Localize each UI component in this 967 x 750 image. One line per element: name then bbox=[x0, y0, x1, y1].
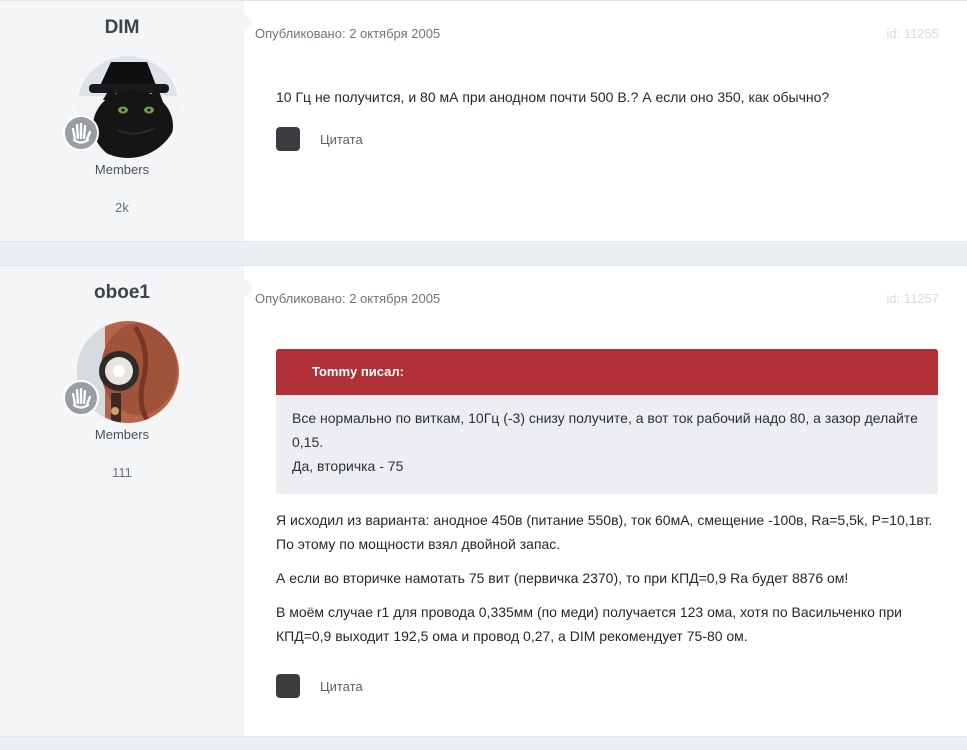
forum-post: oboe1 Members 111 Опубликовано: 2 октябр… bbox=[0, 265, 967, 737]
post-paragraph: В моём случае r1 для провода 0,335мм (по… bbox=[276, 604, 902, 644]
quote-button[interactable]: Цитата bbox=[276, 674, 363, 698]
post-content: 10 Гц не получится, и 80 мА при анодном … bbox=[276, 85, 939, 119]
post-paragraph: Я исходил из варианта: анодное 450в (пит… bbox=[276, 512, 933, 552]
author-group: Members bbox=[94, 162, 150, 177]
quote-button-label: Цитата bbox=[320, 131, 363, 147]
post-content: Я исходил из варианта: анодное 450в (пит… bbox=[276, 508, 939, 658]
forum-post: DIM Members 2k Опубликовано: 2 октября 2… bbox=[0, 0, 967, 242]
quote-block: Tommy писал: Все нормально по виткам, 10… bbox=[276, 349, 938, 494]
quote-button-label: Цитата bbox=[320, 678, 363, 694]
post-date[interactable]: Опубликовано: 2 октября 2005 bbox=[255, 291, 440, 306]
quote-icon bbox=[276, 127, 300, 151]
post-date[interactable]: Опубликовано: 2 октября 2005 bbox=[255, 26, 440, 41]
author-panel: oboe1 Members 111 bbox=[0, 266, 244, 736]
author-panel: DIM Members 2k bbox=[0, 1, 244, 241]
hand-wave-badge-icon bbox=[63, 380, 99, 416]
author-post-count: 2k bbox=[115, 200, 129, 215]
post-paragraph: А если во вторичке намотать 75 вит (перв… bbox=[276, 570, 849, 586]
quote-header: Tommy писал: bbox=[276, 349, 938, 395]
author-username[interactable]: oboe1 bbox=[0, 282, 244, 304]
quote-body: Все нормально по виткам, 10Гц (-3) снизу… bbox=[276, 395, 938, 478]
quote-icon bbox=[276, 674, 300, 698]
author-group: Members bbox=[94, 427, 150, 442]
post-id: id: 11257 bbox=[886, 291, 939, 306]
hand-wave-badge-icon bbox=[63, 115, 99, 151]
quote-button[interactable]: Цитата bbox=[276, 127, 363, 151]
quote-line: Все нормально по виткам, 10Гц (-3) снизу… bbox=[292, 410, 918, 450]
post-id: id: 11255 bbox=[886, 26, 939, 41]
author-post-count: 111 bbox=[112, 465, 132, 480]
author-username[interactable]: DIM bbox=[0, 17, 244, 39]
post-paragraph: 10 Гц не получится, и 80 мА при анодном … bbox=[276, 89, 830, 105]
quote-line: Да, вторичка - 75 bbox=[292, 458, 404, 474]
